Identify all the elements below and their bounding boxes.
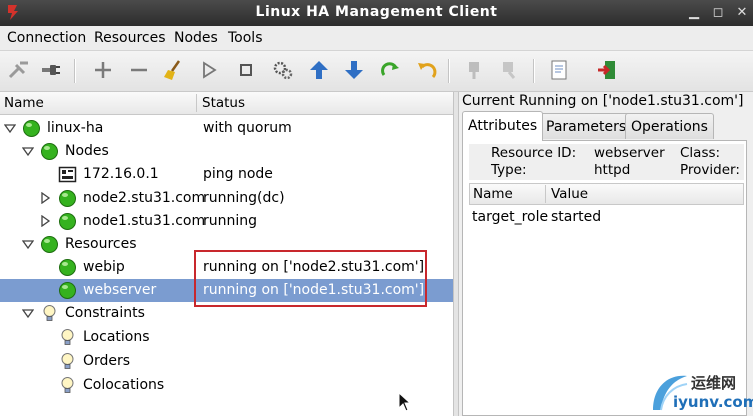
tree-row-linux-ha[interactable]: linux-ha with quorum <box>0 117 453 140</box>
tree-label: Colocations <box>83 377 165 393</box>
refresh-icon[interactable] <box>377 57 403 83</box>
cluster-tree-panel: Name Status linux-ha with quorum Nodes 1… <box>0 92 453 416</box>
expand-toggle-icon[interactable] <box>22 238 34 250</box>
tree-row-nodes[interactable]: Nodes <box>0 140 453 163</box>
tree-status: ping node <box>203 166 273 182</box>
menu-connection[interactable]: Connection <box>7 30 86 46</box>
view-xml-icon[interactable] <box>546 57 572 83</box>
tree-label: webip <box>83 259 125 275</box>
active-icon[interactable] <box>496 57 522 83</box>
current-running-label: Current Running on ['node1.stu31.com'] <box>462 93 744 109</box>
stop-icon[interactable] <box>233 57 259 83</box>
tree-label: webserver <box>83 282 157 298</box>
attr-name: target_role <box>472 209 549 225</box>
name-column-header[interactable]: Name <box>4 95 44 111</box>
remove-icon[interactable] <box>126 57 152 83</box>
tree-header: Name Status <box>0 92 453 115</box>
annotation-highlight-box <box>194 250 427 307</box>
disconnect-icon[interactable] <box>38 57 64 83</box>
tree-label: Locations <box>83 329 150 345</box>
window-title: Linux HA Management Client <box>255 4 498 20</box>
watermark-text: 运维网 <box>691 374 737 392</box>
lightbulb-icon <box>43 305 56 321</box>
tree-row-node1[interactable]: node1.stu31.com running <box>0 210 453 233</box>
status-green-icon <box>59 282 76 299</box>
menu-tools[interactable]: Tools <box>228 30 263 46</box>
tree-status: with quorum <box>203 120 292 136</box>
standby-icon[interactable] <box>462 57 488 83</box>
tree-label: node2.stu31.com <box>83 190 206 206</box>
move-up-icon[interactable] <box>306 57 332 83</box>
resource-id-value: webserver <box>594 145 665 161</box>
watermark-url: iyunv.com <box>673 393 753 411</box>
tree-label: Resources <box>65 236 137 252</box>
tab-parameters[interactable]: Parameters <box>540 113 633 139</box>
cleanup-icon[interactable] <box>160 57 186 83</box>
status-green-icon <box>59 213 76 230</box>
lightbulb-icon <box>61 353 74 369</box>
connect-icon[interactable] <box>6 57 32 83</box>
class-label: Class: <box>680 145 721 161</box>
expand-toggle-icon[interactable] <box>4 122 16 134</box>
expand-toggle-icon[interactable] <box>22 145 34 157</box>
provider-label: Provider: <box>680 162 740 178</box>
resource-info: Resource ID: webserver Class: Type: http… <box>469 144 744 180</box>
status-green-icon <box>59 259 76 276</box>
attr-value-header[interactable]: Value <box>551 186 588 202</box>
tree-label: Constraints <box>65 305 145 321</box>
close-icon[interactable]: ✕ <box>734 5 750 21</box>
type-label: Type: <box>491 162 527 178</box>
tree-label: node1.stu31.com <box>83 213 206 229</box>
default-settings-icon[interactable] <box>270 57 296 83</box>
tree-label: Nodes <box>65 143 109 159</box>
resource-id-label: Resource ID: <box>491 145 577 161</box>
tree-row-locations[interactable]: Locations <box>0 326 453 349</box>
tree-label: linux-ha <box>47 120 104 136</box>
attr-value: started <box>551 209 602 225</box>
menu-resources[interactable]: Resources <box>94 30 166 46</box>
menu-nodes[interactable]: Nodes <box>174 30 218 46</box>
status-green-icon <box>41 143 58 160</box>
mouse-cursor-icon <box>398 392 412 412</box>
tree-status: running(dc) <box>203 190 285 206</box>
menu-bar: Connection Resources Nodes Tools <box>0 26 753 51</box>
tab-attributes[interactable]: Attributes <box>462 111 544 141</box>
ping-node-icon <box>58 166 77 183</box>
status-green-icon <box>23 120 40 137</box>
collapse-toggle-icon[interactable] <box>39 192 51 204</box>
toolbar <box>0 51 753 92</box>
type-value: httpd <box>594 162 631 178</box>
window-titlebar: Linux HA Management Client ▁ ◻ ✕ <box>0 0 753 26</box>
restore-icon[interactable]: ◻ <box>710 5 726 21</box>
add-icon[interactable] <box>90 57 116 83</box>
tree-status: running <box>203 213 258 229</box>
tree-row-orders[interactable]: Orders <box>0 350 453 373</box>
tree-label: 172.16.0.1 <box>83 166 159 182</box>
tab-operations[interactable]: Operations <box>625 113 714 139</box>
tree-row-node2[interactable]: node2.stu31.com running(dc) <box>0 187 453 210</box>
tree-row-ping-node[interactable]: 172.16.0.1 ping node <box>0 163 453 186</box>
status-green-icon <box>59 190 76 207</box>
undo-icon[interactable] <box>414 57 440 83</box>
status-green-icon <box>41 236 58 253</box>
watermark: 运维网 iyunv.com <box>647 368 753 416</box>
collapse-toggle-icon[interactable] <box>39 215 51 227</box>
tree-row-colocations[interactable]: Colocations <box>0 374 453 397</box>
expand-toggle-icon[interactable] <box>22 307 34 319</box>
lightbulb-icon <box>61 329 74 345</box>
minimize-icon[interactable]: ▁ <box>686 5 702 21</box>
tree-label: Orders <box>83 353 131 369</box>
lightbulb-icon <box>61 377 74 393</box>
attr-name-header[interactable]: Name <box>473 186 513 202</box>
status-column-header[interactable]: Status <box>202 95 245 111</box>
move-down-icon[interactable] <box>341 57 367 83</box>
start-icon[interactable] <box>196 57 222 83</box>
exit-icon[interactable] <box>594 57 620 83</box>
attributes-table-header: Name Value <box>469 183 744 205</box>
